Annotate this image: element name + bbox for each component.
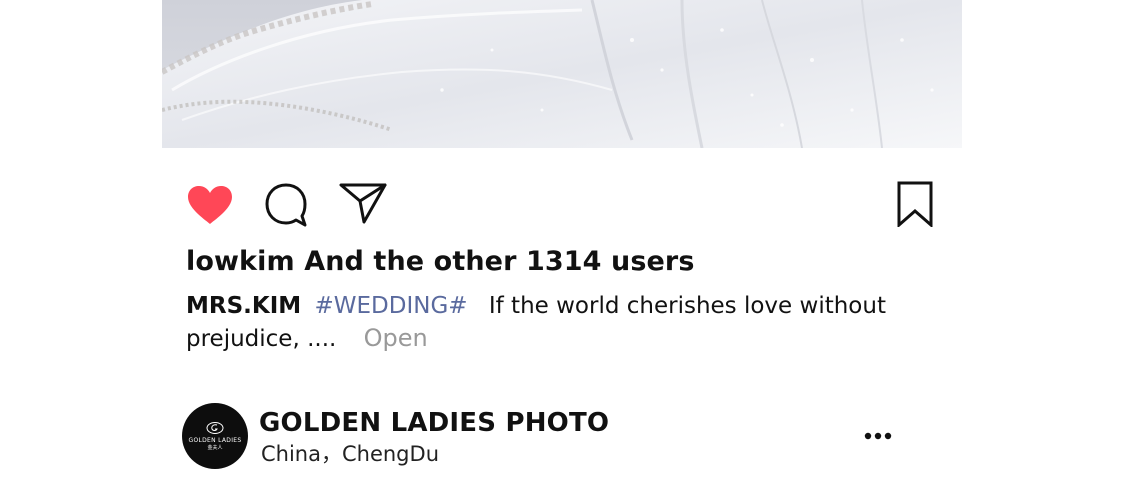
golden-ladies-logo-icon	[206, 421, 224, 434]
share-button[interactable]	[336, 180, 390, 226]
caption-username[interactable]: MRS.KIM	[186, 293, 301, 319]
heart-filled-icon	[188, 186, 232, 224]
comment-bubble-icon	[265, 183, 307, 227]
wedding-dress-photo	[162, 0, 962, 148]
more-options-button[interactable]	[862, 426, 896, 446]
save-button[interactable]	[893, 180, 937, 228]
likes-summary[interactable]: lowkim And the other 1314 users	[186, 244, 695, 280]
bookmark-icon	[897, 181, 933, 227]
caption-open-link[interactable]: Open	[364, 324, 428, 352]
caption-hashtag[interactable]: #WEDDING#	[314, 293, 467, 319]
account-location[interactable]: China，ChengDu	[261, 440, 439, 468]
avatar[interactable]: GOLDEN LADIES 金夫人	[182, 403, 248, 469]
post-caption: MRS.KIM #WEDDING# If the world cherishes…	[186, 290, 886, 355]
account-name[interactable]: GOLDEN LADIES PHOTO	[259, 406, 609, 440]
comment-button[interactable]	[261, 182, 311, 228]
action-bar	[0, 180, 1125, 230]
avatar-brand-text: GOLDEN LADIES	[188, 436, 242, 444]
account-row: GOLDEN LADIES 金夫人 GOLDEN LADIES PHOTO Ch…	[182, 402, 902, 470]
avatar-brand-subtext: 金夫人	[207, 444, 223, 451]
more-dots-icon	[864, 432, 892, 440]
paper-plane-icon	[339, 183, 387, 224]
like-button[interactable]	[184, 182, 236, 228]
post-image[interactable]	[162, 0, 962, 148]
